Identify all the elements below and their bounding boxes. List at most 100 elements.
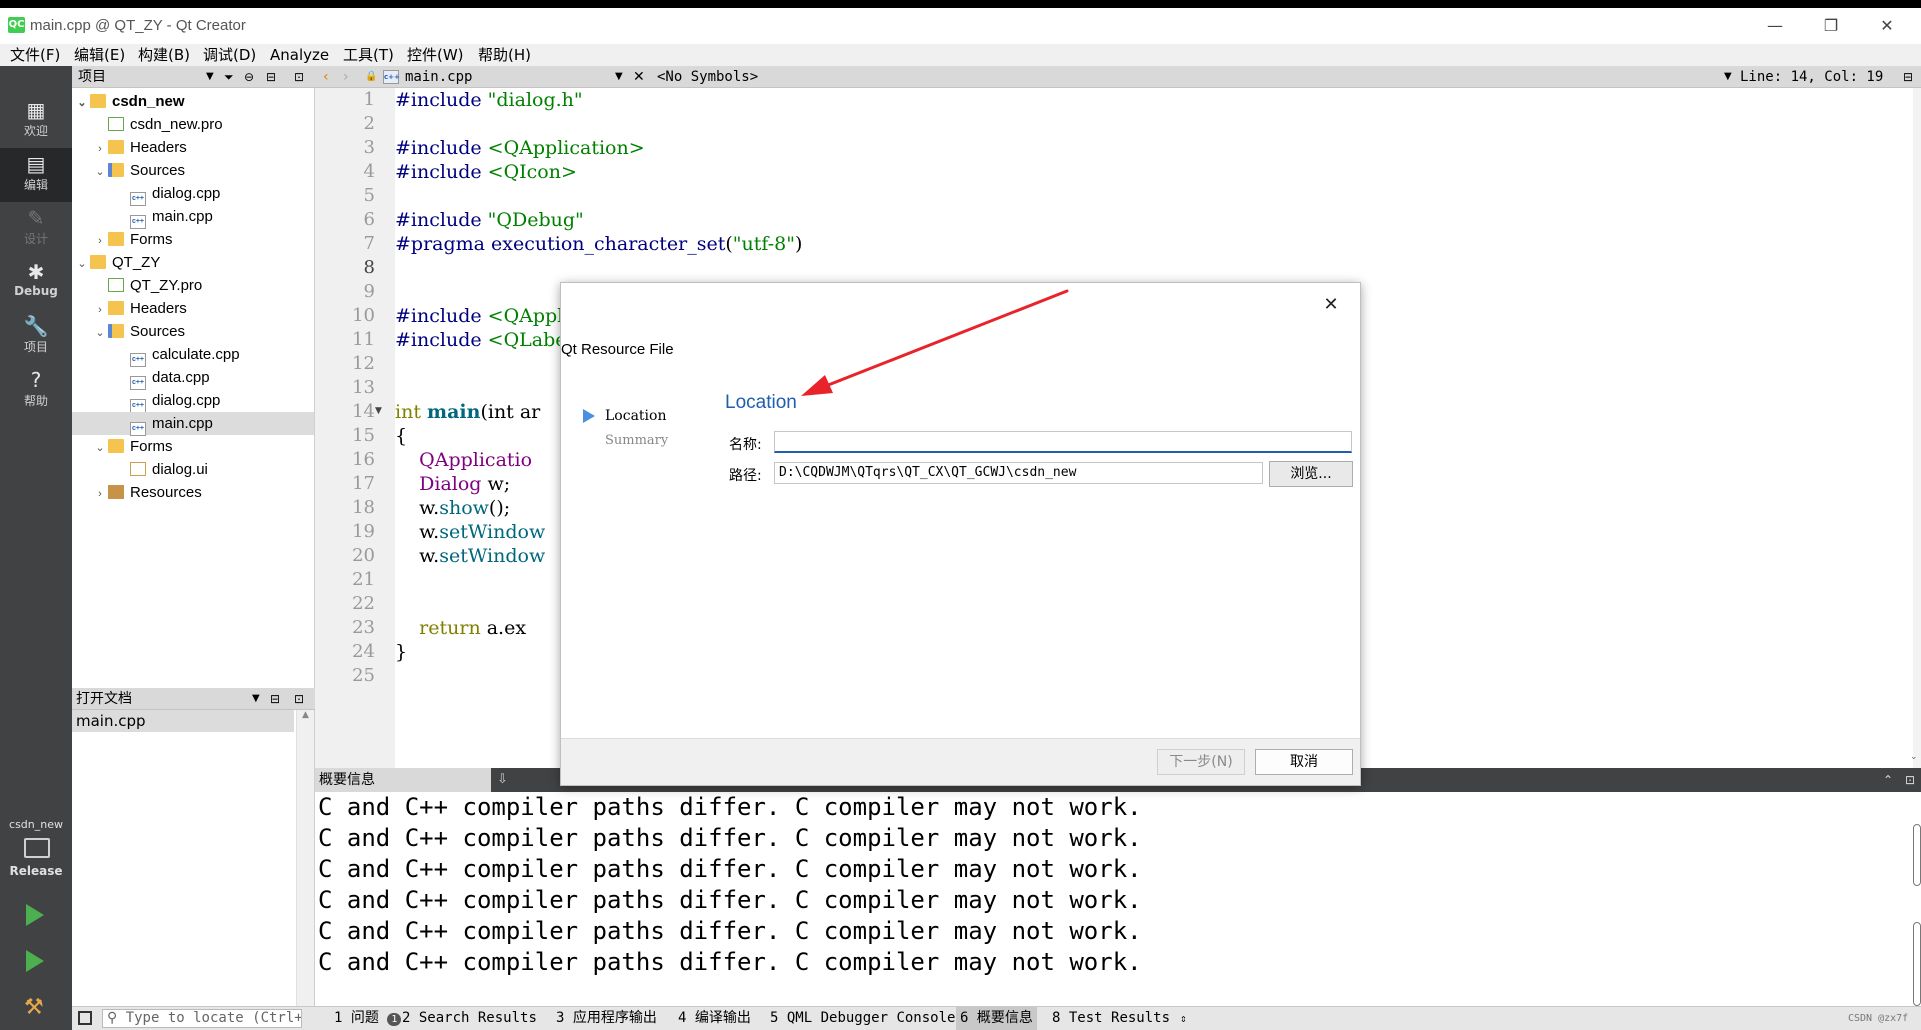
dialog-close-button[interactable]: ✕ bbox=[1317, 291, 1345, 319]
browse-button[interactable]: 浏览... bbox=[1269, 461, 1353, 487]
chevron-down-icon[interactable]: ▼ bbox=[1724, 66, 1732, 88]
filter-icon[interactable]: ⏷ bbox=[224, 66, 234, 88]
chevron-down-icon[interactable]: ⌄ bbox=[1910, 752, 1918, 762]
mode-edit[interactable]: ▤ 编辑 bbox=[0, 148, 72, 202]
cancel-button[interactable]: 取消 bbox=[1255, 749, 1353, 775]
tree-item-file[interactable]: c++ main.cpp bbox=[114, 205, 213, 229]
menu-analyze[interactable]: Analyze bbox=[270, 44, 329, 66]
open-documents-panel: 打开文档 ▼ ⊟ ⊡ main.cpp ▲ bbox=[72, 688, 315, 1006]
menu-debug[interactable]: 调试(D) bbox=[203, 44, 256, 66]
chevron-down-icon[interactable]: ▼ bbox=[615, 66, 623, 88]
line-number: 4 bbox=[363, 161, 375, 182]
tree-item-folder[interactable]: › Resources bbox=[92, 481, 202, 504]
tree-item-file[interactable]: c++ dialog.cpp bbox=[114, 389, 220, 413]
chevron-down-icon[interactable]: ⌄ bbox=[74, 92, 90, 115]
chevron-up-icon[interactable]: ▲ bbox=[297, 710, 314, 720]
fold-marker-icon[interactable]: ▼ bbox=[375, 406, 382, 416]
close-pane-icon[interactable]: ⊡ bbox=[1905, 768, 1915, 792]
hammer-icon[interactable]: ⚒ bbox=[24, 996, 48, 1020]
open-doc-item[interactable]: main.cpp bbox=[72, 710, 294, 732]
editor-file-selector[interactable]: main.cpp bbox=[405, 66, 472, 88]
tree-item-folder[interactable]: ⌄ Forms bbox=[92, 435, 172, 460]
open-docs-scrollbar[interactable]: ▲ bbox=[296, 710, 314, 1006]
tree-item-folder[interactable]: › Forms bbox=[92, 228, 172, 253]
cursor-position[interactable]: Line: 14, Col: 19 bbox=[1740, 66, 1883, 88]
toggle-sidebar-icon[interactable] bbox=[78, 1011, 92, 1025]
tree-item-file[interactable]: c++ calculate.cpp bbox=[114, 343, 240, 367]
tree-item-folder[interactable]: ⌄ Sources bbox=[92, 320, 185, 343]
menu-file[interactable]: 文件(F) bbox=[10, 44, 60, 66]
chevron-down-icon[interactable]: ▼ bbox=[206, 66, 214, 88]
close-panel-icon[interactable]: ⊡ bbox=[294, 688, 304, 710]
editor-scrollbar[interactable] bbox=[1913, 88, 1921, 768]
menu-widgets[interactable]: 控件(W) bbox=[407, 44, 464, 66]
tree-item-file[interactable]: dialog.ui bbox=[114, 458, 208, 481]
locator-input[interactable]: ⚲ Type to locate (Ctrl+... bbox=[102, 1009, 302, 1028]
chevron-down-icon[interactable]: ⌄ bbox=[92, 322, 108, 345]
next-button[interactable]: 下一步(N) bbox=[1157, 749, 1245, 775]
minimize-button[interactable]: — bbox=[1752, 12, 1798, 40]
close-window-button[interactable]: ✕ bbox=[1864, 12, 1910, 40]
tab-compile-output[interactable]: 4 编译输出 bbox=[678, 1007, 751, 1030]
maximize-pane-icon[interactable]: ⌃ bbox=[1883, 768, 1893, 792]
symbols-selector[interactable]: <No Symbols> bbox=[657, 66, 758, 88]
debug-run-icon[interactable] bbox=[26, 950, 44, 972]
tab-qml-debugger-console[interactable]: 5 QML Debugger Console bbox=[770, 1007, 955, 1030]
split-icon[interactable]: ⊟ bbox=[266, 66, 276, 88]
mode-projects[interactable]: 🔧 项目 bbox=[0, 310, 72, 364]
split-icon[interactable]: ⊟ bbox=[1903, 66, 1913, 88]
close-file-icon[interactable]: ✕ bbox=[633, 66, 645, 88]
tab-search-results[interactable]: 2 Search Results bbox=[402, 1007, 537, 1030]
chevron-right-icon[interactable]: › bbox=[92, 299, 108, 322]
tree-item-file[interactable]: csdn_new.pro bbox=[92, 113, 223, 136]
close-panel-icon[interactable]: ⊡ bbox=[294, 66, 304, 88]
menu-edit[interactable]: 编辑(E) bbox=[74, 44, 125, 66]
tab-application-output[interactable]: 3 应用程序输出 bbox=[556, 1007, 657, 1030]
link-icon[interactable]: ⊖ bbox=[244, 66, 254, 88]
line-number: 19 bbox=[352, 521, 375, 542]
chevron-right-icon[interactable]: › bbox=[92, 483, 108, 506]
kit-build-config[interactable]: Release bbox=[0, 864, 72, 878]
line-number: 2 bbox=[363, 113, 375, 134]
current-step-arrow-icon bbox=[583, 409, 595, 423]
tree-item-folder[interactable]: ⌄ Sources bbox=[92, 159, 185, 182]
forward-arrow-icon[interactable]: › bbox=[343, 66, 349, 88]
menu-build[interactable]: 构建(B) bbox=[138, 44, 190, 66]
tree-item-folder[interactable]: › Headers bbox=[92, 136, 187, 159]
tree-item-file[interactable]: QT_ZY.pro bbox=[92, 274, 202, 297]
chevron-updown-icon[interactable]: ⇕ bbox=[1180, 1007, 1187, 1030]
tab-general-messages[interactable]: 6 概要信息 bbox=[956, 1007, 1037, 1030]
tree-item-project-csdn-new[interactable]: ⌄ csdn_new bbox=[74, 90, 184, 115]
back-arrow-icon[interactable]: ‹ bbox=[323, 66, 329, 88]
menu-help[interactable]: 帮助(H) bbox=[478, 44, 531, 66]
run-icon[interactable] bbox=[26, 904, 44, 926]
tab-issues[interactable]: 1 问题 1 bbox=[334, 1007, 402, 1030]
split-icon[interactable]: ⊟ bbox=[270, 688, 280, 710]
tree-item-file-selected[interactable]: c++ main.cpp bbox=[72, 412, 314, 436]
tree-item-file[interactable]: c++ dialog.cpp bbox=[114, 182, 220, 206]
clear-output-icon[interactable]: ⇩ bbox=[497, 768, 508, 792]
mode-design[interactable]: ✎ 设计 bbox=[0, 202, 72, 256]
restore-button[interactable]: ❐ bbox=[1808, 12, 1854, 40]
kit-project-name[interactable]: csdn_new bbox=[0, 818, 72, 831]
monitor-icon[interactable] bbox=[24, 838, 50, 858]
path-input[interactable]: D:\CQDWJM\QTqrs\QT_CX\QT_GCWJ\csdn_new bbox=[774, 462, 1263, 484]
mode-help[interactable]: ? 帮助 bbox=[0, 364, 72, 418]
chevron-down-icon[interactable]: ⌄ bbox=[74, 253, 90, 276]
tree-item-folder[interactable]: › Headers bbox=[92, 297, 187, 320]
output-scrollbar-thumb[interactable] bbox=[1913, 824, 1921, 886]
chevron-down-icon[interactable]: ▼ bbox=[252, 688, 260, 710]
tree-item-file[interactable]: c++ data.cpp bbox=[114, 366, 210, 390]
chevron-down-icon[interactable]: ⌄ bbox=[92, 161, 108, 184]
mode-welcome[interactable]: ▦ 欢迎 bbox=[0, 94, 72, 148]
chevron-right-icon[interactable]: › bbox=[92, 230, 108, 253]
menu-tools[interactable]: 工具(T) bbox=[343, 44, 394, 66]
tree-item-project-qt-zy[interactable]: ⌄ QT_ZY bbox=[74, 251, 160, 274]
output-scrollbar-thumb[interactable] bbox=[1913, 922, 1921, 1006]
name-input[interactable] bbox=[774, 431, 1352, 453]
chevron-down-icon[interactable]: ⌄ bbox=[92, 437, 108, 460]
mode-debug[interactable]: ✱ Debug bbox=[0, 256, 72, 310]
chevron-right-icon[interactable]: › bbox=[92, 138, 108, 161]
general-messages-output[interactable]: C and C++ compiler paths differ. C compi… bbox=[315, 792, 1921, 1006]
tab-test-results[interactable]: 8 Test Results bbox=[1052, 1007, 1170, 1030]
